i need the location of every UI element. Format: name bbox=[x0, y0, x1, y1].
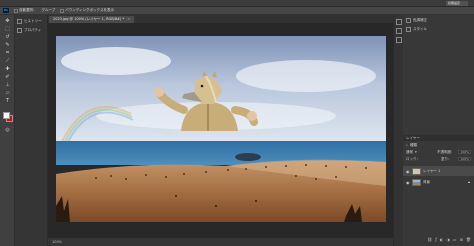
layer-thumbnail bbox=[412, 167, 421, 175]
folder-icon[interactable]: ▭ bbox=[453, 237, 457, 242]
tools-panel: ✥ ⬚ ↺ ✎ ⌗ ⟋ ✚ ✐ ⊥ ▱ T ◎ bbox=[0, 15, 15, 246]
eye-icon[interactable]: ◉ bbox=[406, 169, 410, 174]
history-panel-button[interactable]: ヒストリー bbox=[17, 17, 46, 25]
document-canvas[interactable] bbox=[56, 36, 386, 222]
adjustment-icon[interactable]: ◑ bbox=[446, 237, 450, 242]
layer-row-background[interactable]: ◉ 背景 🔒︎ bbox=[403, 177, 474, 187]
menu-bar: 初期設定 bbox=[0, 0, 474, 7]
text-tool-icon[interactable]: T bbox=[4, 98, 11, 104]
search-icon: ⌕ bbox=[406, 143, 408, 147]
checkbox-icon[interactable] bbox=[60, 8, 65, 13]
layer-kind-filter[interactable]: ⌕ 種類 bbox=[406, 143, 417, 148]
history-icon bbox=[17, 18, 22, 24]
right-panels: 色調補正 スタイル レイヤー ⌕ 種類 通常 ▾ 不透明度： 100% ロック： 塗… bbox=[403, 15, 474, 246]
adjustments-label: 色調補正 bbox=[413, 18, 427, 22]
eyedropper-tool-icon[interactable]: ⟋ bbox=[4, 58, 11, 64]
new-layer-icon[interactable]: ⊞ bbox=[460, 237, 463, 242]
right-icon-strip bbox=[393, 15, 403, 246]
document-tab-label: 2023.jpg @ 100% (レイヤー 1, RGB/8#) * bbox=[53, 17, 125, 21]
canvas-area[interactable] bbox=[48, 23, 393, 238]
layers-panel-header[interactable]: レイヤー bbox=[403, 135, 474, 141]
layer-kind-label: 種類 bbox=[409, 143, 417, 147]
chevron-down-icon: ▾ bbox=[415, 150, 417, 154]
options-bar: Ps 自動選択： グループ バウンディングボックスを表示 bbox=[0, 7, 474, 15]
layer-name: レイヤー 1 bbox=[423, 168, 441, 173]
lasso-tool-icon[interactable]: ↺ bbox=[4, 34, 11, 40]
app-logo: Ps bbox=[3, 8, 9, 13]
opacity-label: 不透明度： bbox=[437, 150, 455, 154]
properties-panel-button[interactable]: プロパティ bbox=[17, 26, 46, 34]
properties-label: プロパティ bbox=[24, 27, 42, 32]
layers-footer: ⛓︎ ƒ ◐ ◑ ▭ ⊞ 🗑︎ bbox=[403, 235, 474, 243]
status-bar: 100% bbox=[48, 238, 393, 246]
brush-tool-icon[interactable]: ✐ bbox=[4, 74, 11, 80]
link-icon[interactable]: ⛓︎ bbox=[427, 237, 432, 242]
mask-icon[interactable]: ◐ bbox=[440, 237, 444, 242]
eye-icon[interactable]: ◉ bbox=[406, 180, 410, 185]
properties-icon bbox=[17, 27, 22, 33]
checkbox-icon[interactable] bbox=[14, 8, 18, 13]
libraries-panel-icon[interactable] bbox=[396, 37, 402, 43]
group-select-label: グループ bbox=[41, 8, 56, 12]
color-panel-icon[interactable] bbox=[396, 19, 402, 25]
blend-mode-select[interactable]: 通常 ▾ bbox=[406, 150, 417, 155]
eraser-tool-icon[interactable]: ▱ bbox=[4, 90, 11, 96]
workspace-switcher[interactable]: 初期設定 bbox=[446, 1, 468, 6]
blend-mode-value: 通常 bbox=[406, 150, 413, 154]
lock-icon: 🔒︎ bbox=[468, 180, 470, 184]
quick-mask-icon[interactable]: ◎ bbox=[4, 127, 11, 133]
styles-label: スタイル bbox=[413, 27, 427, 31]
move-tool-icon[interactable]: ✥ bbox=[4, 18, 11, 24]
opacity-field[interactable]: 100% bbox=[458, 150, 471, 154]
clone-stamp-tool-icon[interactable]: ⊥ bbox=[4, 82, 11, 88]
trash-icon[interactable]: 🗑︎ bbox=[466, 237, 471, 242]
bounding-box-label: バウンディングボックスを表示 bbox=[65, 8, 114, 12]
document-tab[interactable]: 2023.jpg @ 100% (レイヤー 1, RGB/8#) * × bbox=[49, 16, 135, 23]
crop-tool-icon[interactable]: ⌗ bbox=[4, 50, 11, 56]
fill-label: 塗り： bbox=[441, 157, 452, 161]
healing-brush-tool-icon[interactable]: ✚ bbox=[4, 66, 11, 72]
canvas-image bbox=[56, 36, 386, 222]
layer-row-1[interactable]: ◉ レイヤー 1 bbox=[403, 166, 474, 176]
auto-select-label: 自動選択： bbox=[19, 8, 37, 12]
move-tool-option[interactable]: 自動選択： bbox=[14, 8, 37, 13]
bounding-box-option[interactable]: バウンディングボックスを表示 bbox=[60, 8, 114, 13]
group-select[interactable]: グループ bbox=[42, 8, 56, 13]
zoom-level[interactable]: 100% bbox=[52, 240, 62, 244]
layer-thumbnail bbox=[412, 178, 421, 186]
styles-panel-button[interactable]: スタイル bbox=[406, 27, 427, 32]
marquee-tool-icon[interactable]: ⬚ bbox=[4, 26, 11, 32]
quick-select-tool-icon[interactable]: ✎ bbox=[4, 42, 11, 48]
adjustments-dock: 色調補正 スタイル bbox=[403, 15, 474, 41]
foreground-color-swatch[interactable] bbox=[3, 112, 10, 119]
styles-icon bbox=[406, 27, 411, 32]
document-tab-bar: 2023.jpg @ 100% (レイヤー 1, RGB/8#) * × bbox=[48, 15, 393, 23]
lock-label: ロック： bbox=[406, 157, 420, 161]
fx-icon[interactable]: ƒ bbox=[435, 237, 436, 242]
close-tab-icon[interactable]: × bbox=[127, 17, 130, 21]
swatches-panel-icon[interactable] bbox=[396, 28, 402, 34]
adjustments-panel-button[interactable]: 色調補正 bbox=[406, 18, 427, 23]
layer-name: 背景 bbox=[423, 179, 430, 184]
left-panel-dock: ヒストリー プロパティ bbox=[15, 15, 48, 246]
layers-panel: レイヤー ⌕ 種類 通常 ▾ 不透明度： 100% ロック： 塗り： 100% ◉ … bbox=[403, 135, 474, 246]
adjustments-icon bbox=[406, 18, 411, 23]
fill-field[interactable]: 100% bbox=[458, 157, 471, 161]
history-label: ヒストリー bbox=[24, 18, 42, 23]
